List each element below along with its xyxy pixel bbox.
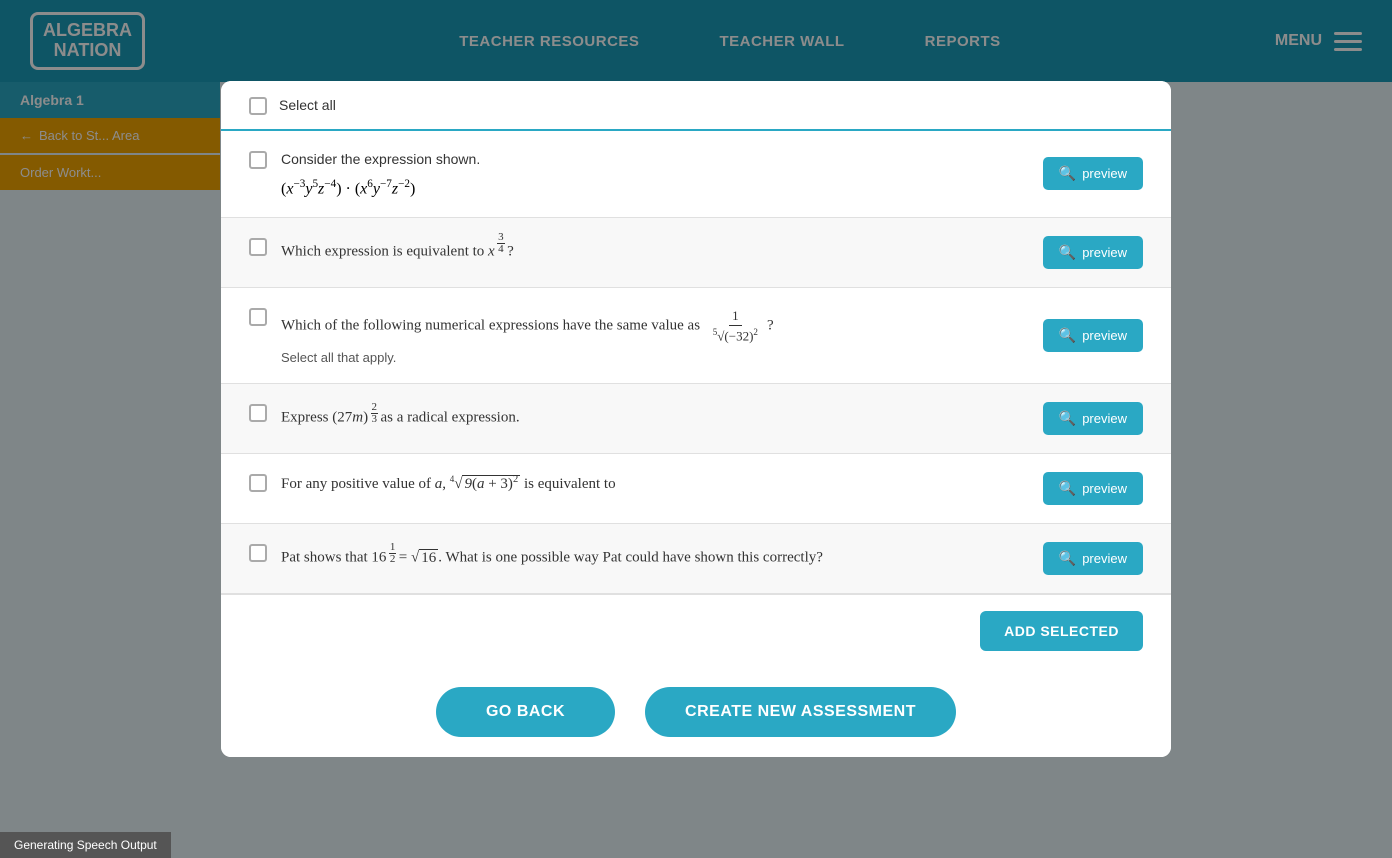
q4-content: Express (27m) 2 3 as a radical expressio…	[281, 402, 1029, 429]
question-row: Which of the following numerical express…	[221, 288, 1171, 384]
q3-sub: Select all that apply.	[281, 350, 1029, 365]
question-row: Express (27m) 2 3 as a radical expressio…	[221, 384, 1171, 454]
add-selected-area: ADD SELECTED	[221, 594, 1171, 667]
q5-preview-button[interactable]: 🔍 preview	[1043, 472, 1143, 505]
select-all-label: Select all	[279, 97, 336, 113]
q1-text: Consider the expression shown.	[281, 149, 1029, 170]
q6-checkbox[interactable]	[249, 544, 267, 562]
question-row: Which expression is equivalent to x 3 4 …	[221, 218, 1171, 288]
go-back-button[interactable]: GO BACK	[436, 687, 615, 737]
q5-checkbox[interactable]	[249, 474, 267, 492]
search-icon: 🔍	[1059, 410, 1076, 427]
question-row: Pat shows that 16 1 2 = √16. What is one…	[221, 524, 1171, 594]
status-text: Generating Speech Output	[14, 838, 157, 852]
q3-text: Which of the following numerical express…	[281, 306, 1029, 346]
q6-preview-button[interactable]: 🔍 preview	[1043, 542, 1143, 575]
q6-content: Pat shows that 16 1 2 = √16. What is one…	[281, 542, 1029, 569]
add-selected-button[interactable]: ADD SELECTED	[980, 611, 1143, 651]
q3-preview-button[interactable]: 🔍 preview	[1043, 319, 1143, 352]
search-icon: 🔍	[1059, 327, 1076, 344]
search-icon: 🔍	[1059, 480, 1076, 497]
q2-checkbox[interactable]	[249, 238, 267, 256]
modal: Select all Consider the expression shown…	[221, 81, 1171, 757]
q1-math: (x−3y5z−4) · (x6y−7z−2)	[281, 178, 1029, 198]
q3-content: Which of the following numerical express…	[281, 306, 1029, 365]
select-all-row: Select all	[221, 81, 1171, 131]
q4-text: Express (27m) 2 3 as a radical expressio…	[281, 402, 1029, 429]
status-bar: Generating Speech Output	[0, 832, 171, 858]
create-assessment-button[interactable]: CREATE NEW ASSESSMENT	[645, 687, 956, 737]
q5-content: For any positive value of a, 4√9(a + 3)2…	[281, 472, 1029, 496]
q4-checkbox[interactable]	[249, 404, 267, 422]
q1-checkbox[interactable]	[249, 151, 267, 169]
q2-content: Which expression is equivalent to x 3 4 …	[281, 236, 1029, 263]
q1-preview-button[interactable]: 🔍 preview	[1043, 157, 1143, 190]
modal-overlay: Select all Consider the expression shown…	[0, 0, 1392, 858]
q1-content: Consider the expression shown. (x−3y5z−4…	[281, 149, 1029, 198]
q3-checkbox[interactable]	[249, 308, 267, 326]
search-icon: 🔍	[1059, 550, 1076, 567]
q5-text: For any positive value of a, 4√9(a + 3)2…	[281, 472, 1029, 496]
q2-preview-button[interactable]: 🔍 preview	[1043, 236, 1143, 269]
search-icon: 🔍	[1059, 165, 1076, 182]
question-row: Consider the expression shown. (x−3y5z−4…	[221, 131, 1171, 217]
modal-scroll[interactable]: Select all Consider the expression shown…	[221, 81, 1171, 594]
question-row: For any positive value of a, 4√9(a + 3)2…	[221, 454, 1171, 524]
q6-text: Pat shows that 16 1 2 = √16. What is one…	[281, 542, 1029, 569]
modal-footer: GO BACK CREATE NEW ASSESSMENT	[221, 667, 1171, 757]
q4-preview-button[interactable]: 🔍 preview	[1043, 402, 1143, 435]
q2-text: Which expression is equivalent to x 3 4 …	[281, 236, 1029, 263]
select-all-checkbox[interactable]	[249, 97, 267, 115]
search-icon: 🔍	[1059, 244, 1076, 261]
